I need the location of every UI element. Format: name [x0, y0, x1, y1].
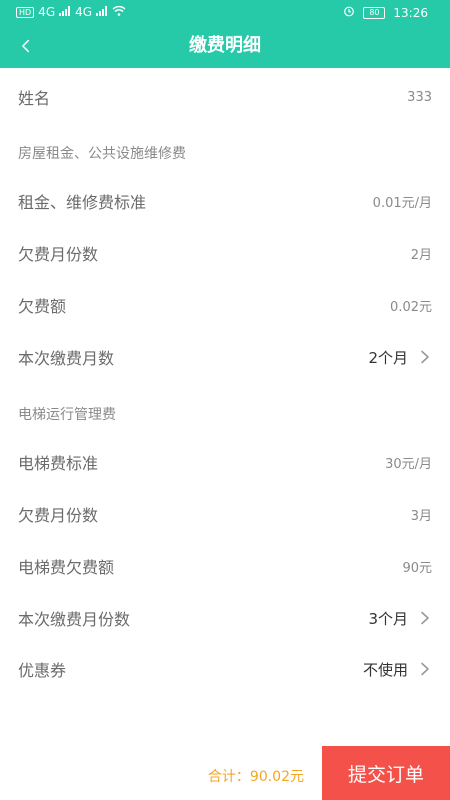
rent-standard-value: 0.01元/月 — [372, 195, 432, 211]
owed-amount-row: 欠费额 0.02元 — [0, 285, 450, 325]
section-title-rent: 房屋租金、公共设施维修费 — [18, 146, 186, 162]
total-amount: 合计：90.02元 — [207, 769, 304, 785]
coupon-row[interactable]: 优惠券 不使用 — [0, 649, 450, 689]
signal-icon — [59, 5, 71, 19]
status-left: HD 4G 4G — [16, 5, 126, 19]
chevron-right-icon — [421, 350, 429, 364]
elevator-owed-amount-value: 90元 — [402, 560, 432, 576]
network-1: 4G — [38, 5, 56, 19]
network-2: 4G — [75, 5, 93, 19]
elevator-owed-amount-label: 电梯费欠费额 — [18, 558, 115, 577]
elevator-pay-months-selector[interactable]: 3个月 — [368, 608, 432, 629]
pay-months-value: 2个月 — [368, 348, 408, 367]
owed-months-row: 欠费月份数 2月 — [0, 233, 450, 273]
chevron-right-icon — [421, 611, 429, 625]
rent-standard-row: 租金、维修费标准 0.01元/月 — [0, 181, 450, 221]
owed-months-label: 欠费月份数 — [18, 245, 99, 264]
owed-amount-value: 0.02元 — [390, 299, 432, 315]
submit-order-button[interactable]: 提交订单 — [322, 746, 450, 800]
pay-months-label: 本次缴费月数 — [18, 349, 115, 368]
name-label: 姓名 — [18, 89, 51, 108]
elevator-standard-value: 30元/月 — [385, 456, 432, 472]
page-title: 缴费明细 — [189, 35, 261, 56]
name-value: 333 — [407, 89, 432, 105]
elevator-pay-months-row[interactable]: 本次缴费月份数 3个月 — [0, 598, 450, 638]
elevator-pay-months-label: 本次缴费月份数 — [18, 610, 131, 629]
owed-amount-label: 欠费额 — [18, 297, 67, 316]
rent-standard-label: 租金、维修费标准 — [18, 193, 147, 212]
hd-badge: HD — [16, 6, 35, 18]
status-bar: HD 4G 4G 80 13:26 — [0, 0, 450, 24]
app-header: HD 4G 4G 80 13:26 缴费明细 — [0, 0, 450, 68]
elevator-pay-months-value: 3个月 — [368, 609, 408, 628]
coupon-selector[interactable]: 不使用 — [363, 659, 432, 680]
footer-bar: 合计：90.02元 提交订单 — [0, 746, 450, 800]
owed-months-value: 2月 — [410, 247, 432, 263]
elevator-standard-row: 电梯费标准 30元/月 — [0, 442, 450, 482]
elevator-standard-label: 电梯费标准 — [18, 454, 99, 473]
elevator-owed-months-row: 欠费月份数 3月 — [0, 494, 450, 534]
coupon-value: 不使用 — [362, 660, 408, 679]
status-right: 80 13:26 — [343, 5, 428, 20]
elevator-owed-amount-row: 电梯费欠费额 90元 — [0, 546, 450, 586]
section-title-elevator: 电梯运行管理费 — [18, 407, 116, 423]
wifi-icon — [112, 5, 126, 19]
signal-icon — [96, 5, 108, 19]
pay-months-selector[interactable]: 2个月 — [368, 347, 432, 368]
title-bar: 缴费明细 — [0, 24, 450, 68]
name-row: 姓名 333 — [0, 77, 450, 117]
alarm-icon — [343, 5, 355, 20]
elevator-owed-months-value: 3月 — [410, 508, 432, 524]
battery-indicator: 80 — [363, 6, 386, 19]
coupon-label: 优惠券 — [18, 661, 67, 680]
elevator-owed-months-label: 欠费月份数 — [18, 506, 99, 525]
pay-months-row[interactable]: 本次缴费月数 2个月 — [0, 337, 450, 377]
chevron-right-icon — [421, 662, 429, 676]
status-time: 13:26 — [393, 5, 428, 20]
